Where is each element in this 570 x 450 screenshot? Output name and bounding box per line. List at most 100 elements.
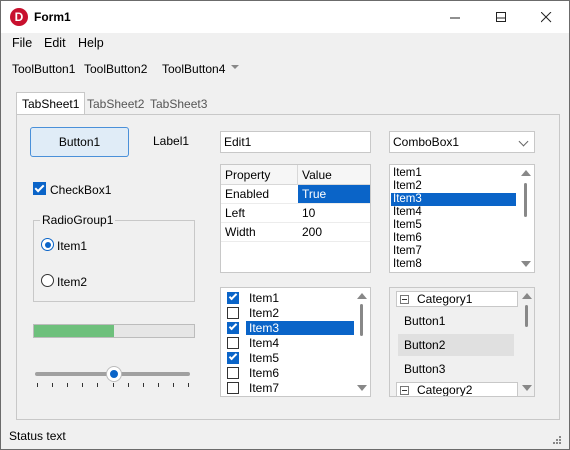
checklistbox[interactable]: Item1 Item2 Item3 Item4 Item5 Item6 Item… [220, 287, 371, 397]
category1-header[interactable]: Category1 [396, 291, 518, 307]
maximize-button[interactable] [478, 1, 524, 33]
checklist-checkbox[interactable] [227, 337, 239, 349]
minimize-button[interactable] [432, 1, 478, 33]
grid-cell-property[interactable]: Left [221, 204, 298, 223]
category-button-panel[interactable]: Category1 Button1 Button2 Button3 Catego… [389, 287, 535, 397]
scroll-thumb[interactable] [524, 183, 527, 217]
radio-item1[interactable] [41, 238, 54, 251]
checklist-label[interactable]: Item3 [246, 321, 354, 335]
value-list-grid[interactable]: Property Value Enabled True Left 10 Widt… [220, 164, 371, 273]
radio-item1-label[interactable]: Item1 [57, 239, 87, 253]
category-button[interactable]: Button1 [398, 310, 514, 332]
checklist-item[interactable]: Item3 [225, 321, 355, 336]
list-item[interactable]: Item2 [391, 180, 516, 193]
checklist-label[interactable]: Item4 [246, 336, 282, 350]
check-icon [34, 182, 45, 193]
button1[interactable]: Button1 [30, 127, 129, 157]
list-item[interactable]: Item1 [391, 167, 516, 180]
checklist-label[interactable]: Item7 [246, 381, 282, 395]
tab-tabsheet1[interactable]: TabSheet1 [16, 92, 86, 115]
check-icon [228, 321, 238, 331]
checklist-scrollbar[interactable] [354, 288, 370, 396]
window-title: Form1 [34, 10, 71, 24]
checklist-checkbox[interactable] [227, 351, 239, 364]
toolbutton-4[interactable]: ToolButton4 [162, 62, 225, 76]
menu-file[interactable]: File [12, 36, 32, 50]
grid-cell-value[interactable]: True [298, 185, 370, 204]
scroll-up-icon[interactable] [522, 293, 532, 299]
list-item[interactable]: Item7 [391, 245, 516, 258]
scroll-thumb[interactable] [525, 305, 528, 327]
slider-tick [188, 383, 189, 387]
checklist-label[interactable]: Item5 [246, 351, 282, 365]
close-button[interactable] [523, 1, 569, 33]
checklist-label[interactable]: Item2 [246, 306, 282, 320]
status-bar: Status text [1, 425, 569, 449]
checklist-item[interactable]: Item7 [225, 381, 355, 396]
collapse-icon[interactable] [400, 295, 409, 304]
collapse-icon[interactable] [400, 386, 409, 395]
list-item[interactable]: Item6 [391, 232, 516, 245]
scroll-down-icon[interactable] [357, 385, 367, 391]
check-icon [228, 351, 238, 361]
radio-item2[interactable] [41, 274, 54, 287]
scroll-down-icon[interactable] [522, 385, 532, 391]
checklist-label[interactable]: Item6 [246, 366, 282, 380]
checkbox1[interactable] [33, 182, 46, 195]
toolbutton-1[interactable]: ToolButton1 [12, 62, 75, 76]
grid-header-property[interactable]: Property [221, 165, 298, 185]
slider-thumb[interactable] [107, 367, 121, 381]
checklist-checkbox[interactable] [227, 291, 239, 304]
label1: Label1 [153, 134, 190, 148]
slider-tick [172, 383, 174, 387]
grid-cell-property[interactable]: Width [221, 223, 298, 242]
radio-item2-label[interactable]: Item2 [57, 275, 87, 289]
grid-cell-value[interactable]: 10 [298, 204, 370, 223]
grid-header-value[interactable]: Value [298, 165, 370, 185]
category-scrollbar[interactable] [520, 288, 534, 396]
category-button[interactable]: Button3 [398, 358, 514, 380]
slider-tick [52, 383, 54, 387]
toolbar: ToolButton1 ToolButton2 ToolButton4 [1, 57, 569, 81]
checkbox1-label[interactable]: CheckBox1 [50, 183, 111, 197]
tab-tabsheet3[interactable]: TabSheet3 [145, 94, 212, 114]
category2-header[interactable]: Category2 [396, 382, 518, 396]
list-item[interactable]: Item5 [391, 219, 516, 232]
maximize-icon [495, 11, 506, 22]
dropdown-arrow-icon[interactable] [231, 65, 239, 69]
slider-tick [67, 383, 69, 387]
checklist-checkbox[interactable] [227, 382, 239, 394]
radio-dot-icon [44, 241, 51, 248]
app-window: D Form1 File Edit Help ToolButton1 ToolB… [0, 0, 570, 450]
menu-edit[interactable]: Edit [44, 36, 66, 50]
checklist-label[interactable]: Item1 [246, 291, 282, 305]
listbox-scrollbar[interactable] [518, 165, 534, 272]
checklist-item[interactable]: Item6 [225, 366, 355, 381]
checklist-item[interactable]: Item2 [225, 306, 355, 321]
chevron-down-icon[interactable] [518, 136, 529, 147]
tab-tabsheet2[interactable]: TabSheet2 [82, 94, 149, 114]
scroll-down-icon[interactable] [521, 261, 531, 267]
checklist-item[interactable]: Item4 [225, 336, 355, 351]
list-item[interactable]: Item3 [391, 193, 516, 206]
checklist-checkbox[interactable] [227, 367, 239, 379]
checklist-checkbox[interactable] [227, 321, 239, 334]
combobox1[interactable]: ComboBox1 [389, 131, 535, 153]
checklist-checkbox[interactable] [227, 307, 239, 319]
grid-cell-property[interactable]: Enabled [221, 185, 298, 204]
grid-cell-value[interactable]: 200 [298, 223, 370, 242]
category-button[interactable]: Button2 [398, 334, 514, 356]
checklist-item[interactable]: Item5 [225, 351, 355, 366]
scroll-up-icon[interactable] [521, 170, 531, 176]
resize-grip-icon[interactable] [553, 436, 561, 444]
list-item[interactable]: Item8 [391, 258, 516, 271]
scroll-up-icon[interactable] [357, 293, 367, 299]
menu-help[interactable]: Help [78, 36, 104, 50]
toolbutton-2[interactable]: ToolButton2 [84, 62, 147, 76]
scroll-thumb[interactable] [360, 304, 363, 336]
edit1-input[interactable]: Edit1 [220, 131, 371, 153]
listbox1[interactable]: Item1 Item2 Item3 Item4 Item5 Item6 Item… [389, 164, 535, 273]
checklist-item[interactable]: Item1 [225, 291, 355, 306]
list-item[interactable]: Item4 [391, 206, 516, 219]
app-icon: D [10, 8, 28, 26]
